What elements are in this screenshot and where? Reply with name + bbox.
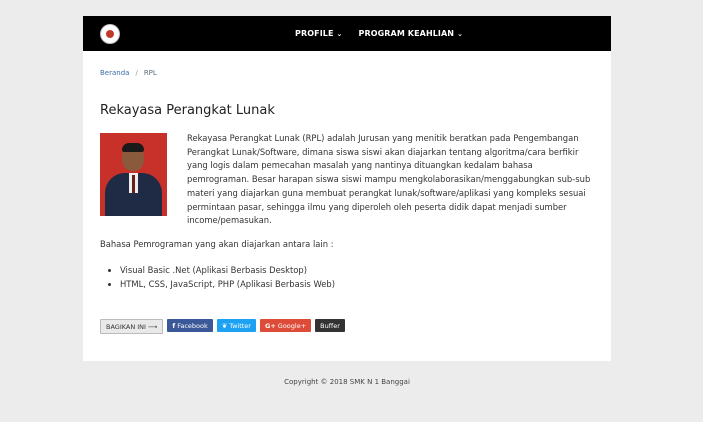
languages-list: Visual Basic .Net (Aplikasi Berbasis Des… [105,263,335,291]
facebook-share-button[interactable]: f Facebook [167,319,213,332]
main-content: Beranda / RPL Rekayasa Perangkat Lunak R… [83,51,611,361]
menu-profile-label: PROFILE [295,29,334,38]
chevron-down-icon: ⌄ [457,29,464,38]
googleplus-share-button[interactable]: G+ Google+ [259,319,312,332]
footer-copyright: Copyright © 2018 SMK N 1 Banggai [284,378,410,386]
twitter-label: Twitter [229,321,251,330]
breadcrumb-home-link[interactable]: Beranda [100,69,129,77]
share-this-label: BAGIKAN INI ⟶ [106,322,158,331]
top-navbar: PROFILE ⌄ PROGRAM KEAHLIAN ⌄ [83,16,611,51]
list-item: Visual Basic .Net (Aplikasi Berbasis Des… [120,263,335,277]
twitter-share-button[interactable]: ❦ Twitter [216,319,256,332]
buffer-label: Buffer [320,321,340,330]
chevron-down-icon: ⌄ [336,29,343,38]
teacher-photo [100,133,167,216]
facebook-label: Facebook [177,321,208,330]
twitter-icon: ❦ [221,321,228,330]
photo-hair [122,143,144,152]
photo-tie [132,175,135,193]
main-menu: PROFILE ⌄ PROGRAM KEAHLIAN ⌄ [295,16,479,51]
list-item: HTML, CSS, JavaScript, PHP (Aplikasi Ber… [120,277,335,291]
share-this-button[interactable]: BAGIKAN INI ⟶ [100,319,164,334]
school-logo-icon[interactable] [100,24,120,44]
menu-profile[interactable]: PROFILE ⌄ [295,29,343,38]
facebook-icon: f [172,321,176,330]
page-title: Rekayasa Perangkat Lunak [100,103,275,118]
buffer-share-button[interactable]: Buffer [315,319,345,332]
description-paragraph: Rekayasa Perangkat Lunak (RPL) adalah Ju… [187,133,591,226]
breadcrumb: Beranda / RPL [100,69,157,77]
googleplus-label: Google+ [277,321,307,330]
menu-program-keahlian[interactable]: PROGRAM KEAHLIAN ⌄ [359,29,464,38]
breadcrumb-current: RPL [143,69,157,77]
languages-intro: Bahasa Pemrograman yang akan diajarkan a… [100,239,334,249]
googleplus-icon: G+ [264,321,276,330]
menu-program-keahlian-label: PROGRAM KEAHLIAN [358,29,455,38]
share-buttons: BAGIKAN INI ⟶ f Facebook ❦ Twitter G+ Go… [100,319,349,334]
breadcrumb-separator: / [135,69,138,77]
